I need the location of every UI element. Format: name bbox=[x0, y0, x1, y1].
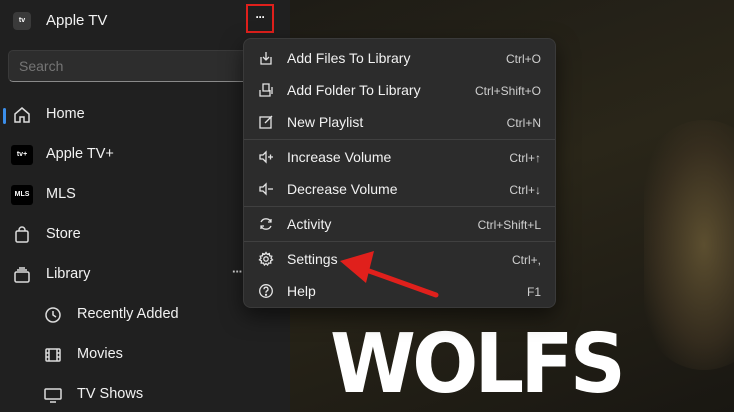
menu-item-add-folder[interactable]: Add Folder To Library Ctrl+Shift+O bbox=[244, 74, 555, 106]
hero-title: WOLFS bbox=[330, 317, 626, 412]
gear-icon bbox=[258, 251, 274, 267]
home-icon bbox=[14, 107, 30, 123]
edit-icon bbox=[259, 115, 273, 129]
menu-item-shortcut: Ctrl+↓ bbox=[509, 183, 541, 197]
hero-artwork bbox=[644, 120, 734, 370]
volume-down-icon bbox=[259, 182, 273, 196]
menu-item-label: Activity bbox=[287, 216, 332, 232]
apple-tv-plus-icon: tv+ bbox=[11, 145, 33, 165]
library-icon bbox=[14, 267, 30, 283]
more-options-button[interactable]: ··· bbox=[246, 4, 274, 33]
menu-item-shortcut: Ctrl+↑ bbox=[509, 151, 541, 165]
menu-item-add-files[interactable]: Add Files To Library Ctrl+O bbox=[244, 42, 555, 74]
menu-item-shortcut: Ctrl+, bbox=[511, 253, 541, 267]
library-more-button[interactable]: ··· bbox=[232, 264, 243, 279]
menu-item-activity[interactable]: Activity Ctrl+Shift+L bbox=[244, 208, 555, 240]
menu-item-new-playlist[interactable]: New Playlist Ctrl+N bbox=[244, 106, 555, 138]
menu-item-shortcut: Ctrl+Shift+O bbox=[474, 84, 541, 98]
menu-item-label: Settings bbox=[287, 251, 338, 267]
apple-tv-logo-icon: tv bbox=[13, 12, 31, 30]
film-icon bbox=[45, 348, 61, 362]
sidebar-item-label: Library bbox=[46, 266, 91, 282]
help-icon bbox=[259, 284, 273, 298]
add-folder-icon bbox=[259, 83, 273, 97]
menu-item-decrease-volume[interactable]: Decrease Volume Ctrl+↓ bbox=[244, 173, 555, 205]
menu-item-label: Add Folder To Library bbox=[287, 82, 421, 98]
menu-item-label: Add Files To Library bbox=[287, 50, 411, 66]
menu-item-label: Help bbox=[287, 283, 316, 299]
clock-icon bbox=[45, 307, 61, 323]
menu-item-shortcut: Ctrl+O bbox=[505, 52, 541, 66]
tv-icon bbox=[44, 388, 62, 403]
sidebar-item-label: Recently Added bbox=[77, 306, 179, 322]
sidebar-item-label: Store bbox=[46, 226, 81, 242]
menu-item-shortcut: F1 bbox=[526, 285, 541, 299]
menu-item-label: Decrease Volume bbox=[287, 181, 398, 197]
menu-separator bbox=[244, 206, 555, 207]
menu-separator bbox=[244, 241, 555, 242]
menu-item-increase-volume[interactable]: Increase Volume Ctrl+↑ bbox=[244, 141, 555, 173]
sidebar-item-label: TV Shows bbox=[77, 386, 144, 402]
sidebar-item-tv-shows[interactable]: TV Shows bbox=[0, 378, 290, 412]
sidebar-item-movies[interactable]: Movies bbox=[0, 338, 290, 372]
sidebar-item-label: Apple TV+ bbox=[46, 146, 114, 162]
activity-icon bbox=[260, 218, 272, 230]
sidebar-item-label: Home bbox=[46, 106, 85, 122]
menu-item-shortcut: Ctrl+N bbox=[506, 116, 541, 130]
menu-item-shortcut: Ctrl+Shift+L bbox=[477, 218, 541, 232]
menu-item-label: Increase Volume bbox=[287, 149, 392, 165]
annotation-arrow-icon bbox=[340, 251, 439, 298]
bag-icon bbox=[15, 226, 29, 243]
menu-item-label: New Playlist bbox=[287, 114, 364, 130]
sidebar-item-label: MLS bbox=[46, 186, 76, 202]
add-file-icon bbox=[260, 52, 272, 65]
app-title: Apple TV bbox=[46, 12, 108, 29]
active-indicator bbox=[3, 108, 6, 124]
volume-up-icon bbox=[259, 150, 273, 164]
menu-separator bbox=[244, 139, 555, 140]
sidebar-item-label: Movies bbox=[77, 346, 123, 362]
mls-icon: MLS bbox=[11, 185, 33, 205]
